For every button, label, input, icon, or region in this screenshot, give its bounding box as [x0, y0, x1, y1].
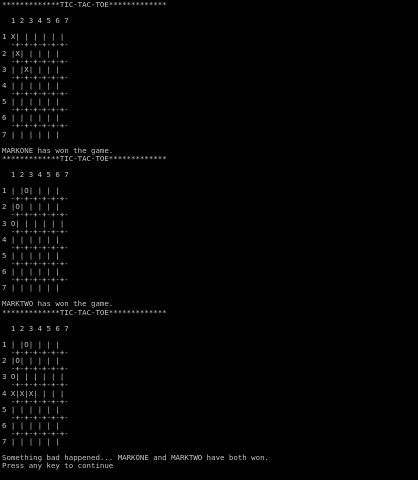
console-line: 7 | | | | | | — [2, 129, 65, 139]
console-line: -+-+-+-+-+-+- — [2, 275, 69, 285]
console-line: -+-+-+-+-+-+- — [2, 226, 69, 236]
console-line: -+-+-+-+-+-+- — [2, 72, 69, 82]
console-output: *************TIC-TAC-TOE************* 1 … — [0, 0, 418, 480]
console-line: -+-+-+-+-+-+- — [2, 40, 69, 50]
console-line: -+-+-+-+-+-+- — [2, 242, 69, 252]
console-line: 1 2 3 4 5 6 7 — [2, 169, 69, 179]
console-line: *************TIC-TAC-TOE************* — [2, 153, 167, 163]
console-line: 7 | | | | | | — [2, 437, 65, 447]
console-line: 1 2 3 4 5 6 7 — [2, 16, 69, 26]
console-line: 1 2 3 4 5 6 7 — [2, 323, 69, 333]
console-line: -+-+-+-+-+-+- — [2, 348, 69, 358]
console-line: -+-+-+-+-+-+- — [2, 121, 69, 131]
console-line: Press any key to continue — [2, 461, 114, 471]
console-line: -+-+-+-+-+-+- — [2, 412, 69, 422]
console-line: -+-+-+-+-+-+- — [2, 396, 69, 406]
console-line: *************TIC-TAC-TOE************* — [2, 0, 167, 9]
console-line: -+-+-+-+-+-+- — [2, 428, 69, 438]
console-line: -+-+-+-+-+-+- — [2, 56, 69, 66]
console-line: *************TIC-TAC-TOE************* — [2, 307, 167, 317]
console-line: -+-+-+-+-+-+- — [2, 89, 69, 99]
console-line: -+-+-+-+-+-+- — [2, 259, 69, 268]
console-line: -+-+-+-+-+-+- — [2, 194, 69, 204]
console-line: -+-+-+-+-+-+- — [2, 105, 69, 115]
console-line: 7 | | | | | | — [2, 283, 65, 293]
